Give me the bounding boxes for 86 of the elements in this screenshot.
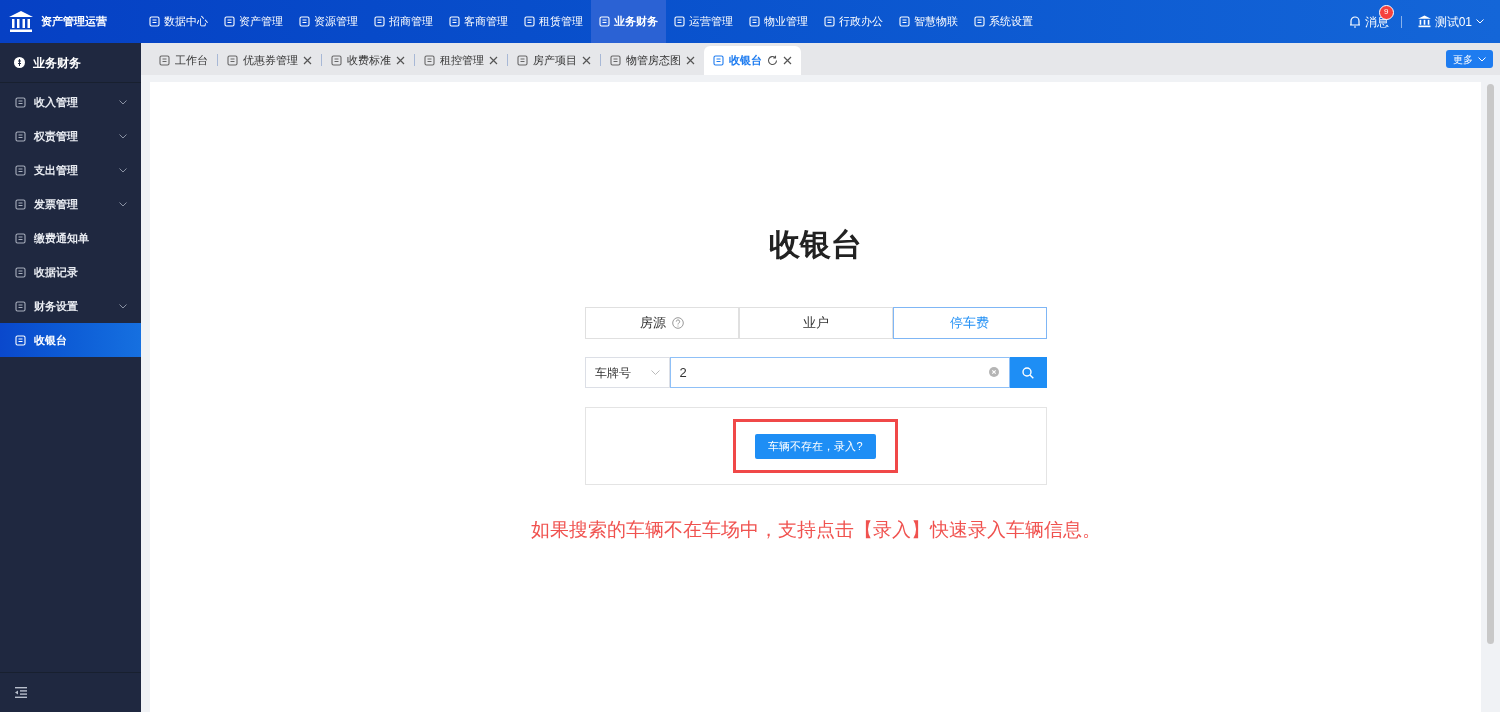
page-tab[interactable]: 房产项目 <box>508 46 600 75</box>
sidebar-item[interactable]: 收据记录 <box>0 255 141 289</box>
close-icon[interactable] <box>303 56 312 65</box>
search-icon <box>1022 366 1034 379</box>
sidebar-item[interactable]: 财务设置 <box>0 289 141 323</box>
nav-icon <box>824 16 835 27</box>
segment-tab[interactable]: 停车费 <box>892 307 1047 339</box>
nav-tab[interactable]: 智慧物联 <box>891 0 966 43</box>
page-tab[interactable]: 收银台 <box>704 46 801 75</box>
document-icon <box>15 96 26 108</box>
nav-tab[interactable]: 系统设置 <box>966 0 1041 43</box>
more-button[interactable]: 更多 <box>1446 50 1493 68</box>
nav-tab[interactable]: 客商管理 <box>441 0 516 43</box>
nav-icon <box>599 16 610 27</box>
tab-icon <box>424 55 435 66</box>
nav-icon <box>974 16 985 27</box>
nav-icon <box>149 16 160 27</box>
chevron-down-icon <box>650 370 660 375</box>
segment-tab[interactable]: 业户 <box>738 307 893 339</box>
nav-tab[interactable]: 业务财务 <box>591 0 666 43</box>
nav-icon <box>674 16 685 27</box>
close-icon[interactable] <box>396 56 405 65</box>
nav-icon <box>449 16 460 27</box>
document-icon <box>15 300 26 312</box>
tab-icon <box>610 55 621 66</box>
document-icon <box>15 266 26 278</box>
sidebar-item[interactable]: 收入管理 <box>0 85 141 119</box>
nav-tab[interactable]: 行政办公 <box>816 0 891 43</box>
page-tab[interactable]: 优惠券管理 <box>218 46 321 75</box>
sidebar-item[interactable]: 支出管理 <box>0 153 141 187</box>
nav-icon <box>749 16 760 27</box>
tab-icon <box>713 55 724 66</box>
nav-tab[interactable]: 资产管理 <box>216 0 291 43</box>
nav-tab[interactable]: 租赁管理 <box>516 0 591 43</box>
nav-tab[interactable]: 招商管理 <box>366 0 441 43</box>
bank-icon <box>9 10 33 33</box>
coin-icon <box>14 57 25 68</box>
tab-icon <box>159 55 170 66</box>
sidebar-item[interactable]: 收银台 <box>0 323 141 357</box>
nav-icon <box>299 16 310 27</box>
search-button[interactable] <box>1009 357 1047 388</box>
page-tab[interactable]: 收费标准 <box>322 46 414 75</box>
close-icon[interactable] <box>686 56 695 65</box>
chevron-down-icon[interactable] <box>119 99 127 105</box>
nav-icon <box>374 16 385 27</box>
search-type-select[interactable]: 车牌号 <box>584 357 670 388</box>
nav-tab[interactable]: 数据中心 <box>141 0 216 43</box>
segment-tab[interactable]: 房源 <box>584 307 739 339</box>
sidebar-item[interactable]: 权责管理 <box>0 119 141 153</box>
bank-icon <box>1417 15 1431 28</box>
user-name[interactable]: 测试01 <box>1434 12 1472 31</box>
document-icon <box>15 198 26 210</box>
page-tab[interactable]: 租控管理 <box>415 46 507 75</box>
search-field[interactable]: 2 <box>669 357 1010 388</box>
close-icon[interactable] <box>582 56 591 65</box>
hint-text: 如果搜索的车辆不在车场中，支持点击【录入】快速录入车辆信息。 <box>530 518 1101 542</box>
document-icon <box>15 130 26 142</box>
chevron-down-icon[interactable] <box>119 303 127 309</box>
close-icon[interactable] <box>783 56 792 65</box>
document-icon <box>15 232 26 244</box>
nav-icon <box>224 16 235 27</box>
page-tab[interactable]: 物管房态图 <box>601 46 704 75</box>
tab-icon <box>331 55 342 66</box>
sidebar-item[interactable]: 缴费通知单 <box>0 221 141 255</box>
chevron-down-icon <box>1478 56 1486 62</box>
chevron-down-icon[interactable] <box>119 133 127 139</box>
nav-icon <box>899 16 910 27</box>
document-icon <box>15 334 26 346</box>
nav-tab[interactable]: 物业管理 <box>741 0 816 43</box>
nav-icon <box>524 16 535 27</box>
close-icon[interactable] <box>489 56 498 65</box>
tab-icon <box>227 55 238 66</box>
collapse-menu-icon[interactable] <box>15 687 27 698</box>
tab-icon <box>517 55 528 66</box>
sidebar-title: 业务财务 <box>33 54 81 72</box>
page-tab[interactable]: 工作台 <box>150 46 217 75</box>
page-title: 收银台 <box>769 227 862 263</box>
bell-icon[interactable] <box>1348 15 1361 28</box>
refresh-icon[interactable] <box>767 55 778 66</box>
chevron-down-icon[interactable] <box>119 201 127 207</box>
nav-tab[interactable]: 资源管理 <box>291 0 366 43</box>
app-title: 资产管理运营 <box>41 14 107 30</box>
sidebar-item[interactable]: 发票管理 <box>0 187 141 221</box>
nav-tab[interactable]: 运营管理 <box>666 0 741 43</box>
chevron-down-icon[interactable] <box>119 167 127 173</box>
document-icon <box>15 164 26 176</box>
